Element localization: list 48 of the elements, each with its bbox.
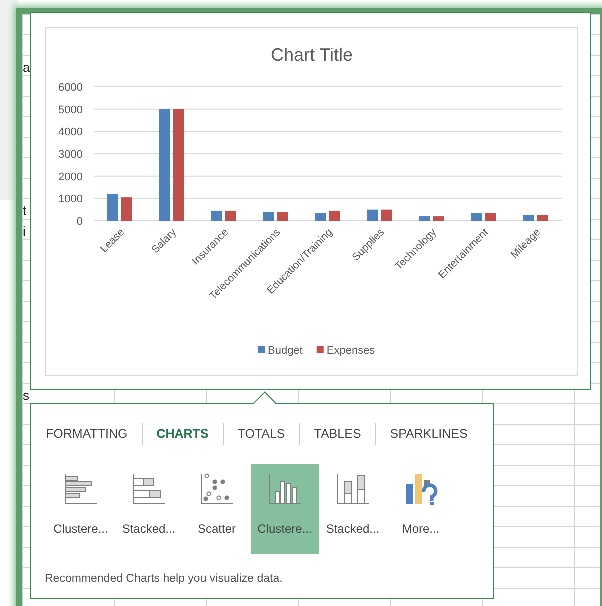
chart-type-button[interactable]: Scatter [183,464,251,554]
tick-label: 1000 [58,194,83,206]
chart-type-button[interactable]: Stacked... [319,464,387,554]
bar [472,213,482,221]
tick-label: 4000 [58,126,83,139]
bar [524,215,534,221]
bar [122,198,132,221]
cell-text: i [23,224,26,238]
cell-text: a [23,60,30,74]
bar [226,210,236,221]
tab[interactable]: TABLES [314,424,376,444]
tab[interactable]: TOTALS [238,424,300,444]
bar [420,216,430,221]
legend-label: Budget [268,345,303,357]
chart-title: Chart Title [270,45,354,65]
tick-label: 5000 [58,104,83,116]
tick-label: 3000 [58,149,83,161]
bar [212,210,222,221]
bar [434,216,444,221]
bar [368,210,378,221]
tab[interactable]: CHARTS [156,424,223,444]
scatter-chart-icon [200,472,234,506]
cell-text: s [23,388,30,402]
bar [316,213,326,221]
chart-type-button[interactable]: Clustere... [251,464,319,554]
tab[interactable]: FORMATTING [46,424,142,444]
chart-type-button[interactable]: More... [387,464,455,554]
bar [264,212,274,221]
chart-type-button[interactable]: Clustere... [47,464,115,554]
bar [330,210,340,221]
bar [108,194,118,221]
description-text: Recommended Charts help you visualize data. [45,572,283,587]
bar [382,210,392,221]
bar [278,212,288,221]
stacked-bar-chart-icon [132,472,166,506]
legend-label: Expenses [326,345,376,357]
bar [538,215,548,221]
bar [486,213,496,221]
stacked-column-chart-icon [336,472,370,506]
column-chart-icon [268,472,302,506]
tab[interactable]: SPARKLINES [390,424,482,444]
tick-label: 6000 [58,82,83,94]
bar-chart-icon [64,472,98,506]
cell-text: t [23,204,27,217]
chart-type-button[interactable]: Stacked... [115,464,183,554]
tick-label: 0 [76,216,83,228]
chart-question-icon [404,472,438,506]
tick-label: 2000 [58,171,83,184]
